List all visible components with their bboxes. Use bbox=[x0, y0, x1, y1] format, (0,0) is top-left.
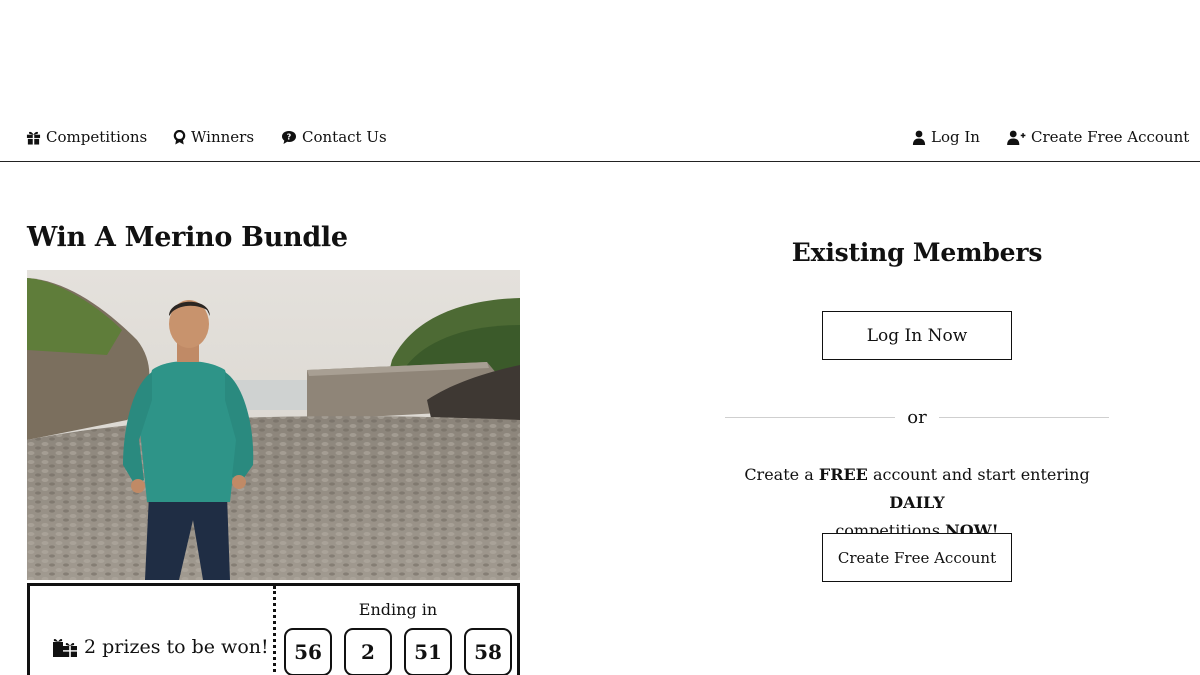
countdown-seconds: 58 bbox=[464, 628, 512, 675]
nav-competitions-label: Competitions bbox=[46, 128, 148, 146]
or-divider-text: or bbox=[907, 407, 927, 428]
prizes-count: 2 prizes to be won! bbox=[52, 636, 269, 658]
gift-icon bbox=[26, 131, 41, 145]
countdown-days: 56 bbox=[284, 628, 332, 675]
or-divider-right bbox=[939, 417, 1109, 418]
chat-icon: ? bbox=[282, 130, 296, 144]
prize-info bbox=[30, 586, 276, 675]
create-free-account-button[interactable]: Create Free Account bbox=[822, 533, 1012, 582]
competition-title: Win A Merino Bundle bbox=[27, 222, 348, 253]
prize-countdown-box: 2 prizes to be won! Ending in 56 2 51 58 bbox=[27, 583, 520, 675]
ending-label: Ending in bbox=[358, 600, 438, 619]
nav-winners[interactable]: Winners bbox=[173, 128, 254, 146]
nav-create-account-label: Create Free Account bbox=[1031, 128, 1190, 146]
nav-log-in-label: Log In bbox=[931, 128, 980, 146]
log-in-now-button[interactable]: Log In Now bbox=[822, 311, 1012, 360]
countdown-hours: 2 bbox=[344, 628, 392, 675]
nav-competitions[interactable]: Competitions bbox=[26, 128, 147, 146]
award-icon bbox=[173, 129, 186, 144]
user-plus-icon bbox=[1007, 130, 1026, 145]
nav-log-in[interactable]: Log In bbox=[912, 128, 980, 146]
prizes-count-label: 2 prizes to be won! bbox=[84, 636, 269, 658]
promo-free: FREE bbox=[818, 465, 868, 484]
top-nav: Competitions Winners ? Contact Us Log In… bbox=[0, 118, 1200, 162]
existing-members-heading: Existing Members bbox=[791, 238, 1043, 267]
nav-winners-label: Winners bbox=[191, 128, 255, 146]
svg-text:?: ? bbox=[287, 132, 292, 141]
competition-image[interactable] bbox=[27, 270, 520, 580]
countdown-minutes: 51 bbox=[404, 628, 452, 675]
nav-create-account[interactable]: Create Free Account bbox=[1007, 128, 1189, 146]
nav-contact-us-label: Contact Us bbox=[302, 128, 387, 146]
countdown-timer: 56 2 51 58 bbox=[284, 628, 512, 675]
nav-contact-us[interactable]: ? Contact Us bbox=[281, 128, 387, 146]
user-icon bbox=[912, 130, 926, 145]
promo-daily: DAILY bbox=[889, 493, 945, 512]
or-divider-left bbox=[725, 417, 895, 418]
gifts-icon bbox=[53, 639, 77, 657]
